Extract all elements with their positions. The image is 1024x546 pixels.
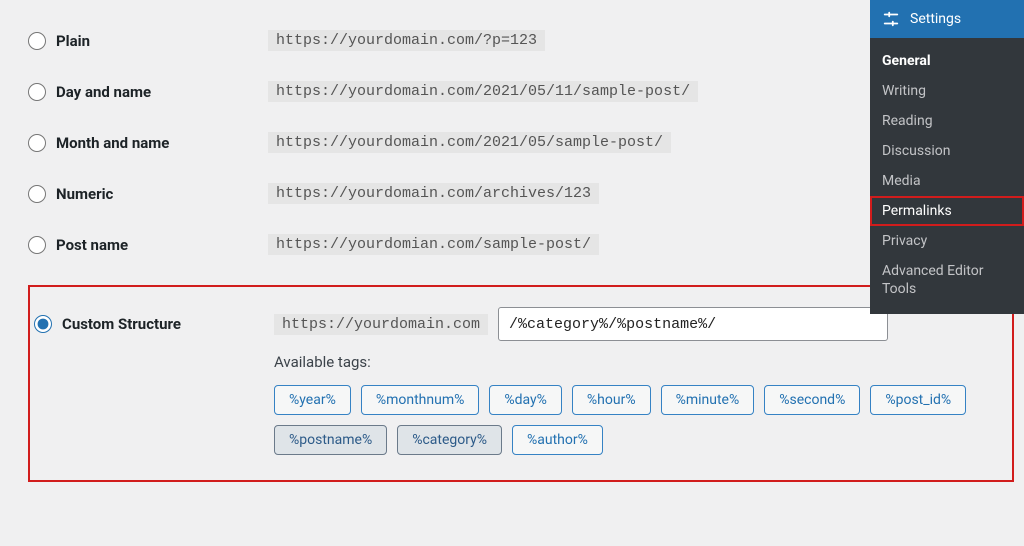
tag-author[interactable]: %author% bbox=[512, 425, 603, 455]
sample-plain: https://yourdomain.com/?p=123 bbox=[268, 30, 545, 51]
tag-minute[interactable]: %minute% bbox=[661, 385, 755, 415]
submenu-media[interactable]: Media bbox=[870, 166, 1024, 196]
tag-day[interactable]: %day% bbox=[489, 385, 562, 415]
submenu-writing[interactable]: Writing bbox=[870, 76, 1024, 106]
tag-second[interactable]: %second% bbox=[764, 385, 860, 415]
radio-dayname[interactable] bbox=[28, 83, 46, 101]
radio-numeric[interactable] bbox=[28, 185, 46, 203]
sample-postname: https://yourdomian.com/sample-post/ bbox=[268, 234, 599, 255]
settings-header[interactable]: Settings bbox=[870, 0, 1024, 38]
radio-postname[interactable] bbox=[28, 236, 46, 254]
label-postname[interactable]: Post name bbox=[56, 236, 128, 254]
radio-monthname[interactable] bbox=[28, 134, 46, 152]
label-numeric[interactable]: Numeric bbox=[56, 185, 113, 203]
custom-prefix: https://yourdomain.com bbox=[274, 314, 488, 335]
tag-postname[interactable]: %postname% bbox=[274, 425, 387, 455]
submenu-discussion[interactable]: Discussion bbox=[870, 136, 1024, 166]
label-custom[interactable]: Custom Structure bbox=[62, 315, 181, 333]
tag-year[interactable]: %year% bbox=[274, 385, 351, 415]
radio-custom[interactable] bbox=[34, 315, 52, 333]
tag-category[interactable]: %category% bbox=[397, 425, 502, 455]
submenu-privacy[interactable]: Privacy bbox=[870, 226, 1024, 256]
sample-dayname: https://yourdomain.com/2021/05/11/sample… bbox=[268, 81, 698, 102]
tag-row-1: %year% %monthnum% %day% %hour% %minute% … bbox=[274, 385, 974, 415]
tag-hour[interactable]: %hour% bbox=[572, 385, 651, 415]
tag-post-id[interactable]: %post_id% bbox=[870, 385, 966, 415]
settings-submenu: General Writing Reading Discussion Media… bbox=[870, 38, 1024, 314]
label-monthname[interactable]: Month and name bbox=[56, 134, 169, 152]
label-plain[interactable]: Plain bbox=[56, 32, 90, 50]
label-dayname[interactable]: Day and name bbox=[56, 83, 151, 101]
settings-sidebar: Settings General Writing Reading Discuss… bbox=[870, 0, 1024, 314]
option-postname-row: Post name https://yourdomian.com/sample-… bbox=[28, 234, 1014, 255]
option-numeric-row: Numeric https://yourdomain.com/archives/… bbox=[28, 183, 1014, 204]
option-custom-row: Custom Structure https://yourdomain.com bbox=[34, 307, 987, 341]
submenu-advanced[interactable]: Advanced Editor Tools bbox=[870, 256, 1024, 304]
tag-row-2: %postname% %category% %author% bbox=[274, 425, 974, 455]
option-plain-row: Plain https://yourdomain.com/?p=123 bbox=[28, 30, 1014, 51]
sample-monthname: https://yourdomain.com/2021/05/sample-po… bbox=[268, 132, 671, 153]
option-dayname-row: Day and name https://yourdomain.com/2021… bbox=[28, 81, 1014, 102]
custom-structure-input[interactable] bbox=[498, 307, 888, 341]
available-tags-label: Available tags: bbox=[274, 353, 987, 371]
option-monthname-row: Month and name https://yourdomain.com/20… bbox=[28, 132, 1014, 153]
settings-slider-icon bbox=[880, 8, 902, 30]
submenu-general[interactable]: General bbox=[870, 46, 1024, 76]
radio-plain[interactable] bbox=[28, 32, 46, 50]
settings-title: Settings bbox=[910, 11, 961, 27]
custom-structure-block: Custom Structure https://yourdomain.com … bbox=[28, 285, 1014, 482]
submenu-reading[interactable]: Reading bbox=[870, 106, 1024, 136]
tag-monthnum[interactable]: %monthnum% bbox=[361, 385, 480, 415]
sample-numeric: https://yourdomain.com/archives/123 bbox=[268, 183, 599, 204]
submenu-permalinks[interactable]: Permalinks bbox=[870, 196, 1024, 226]
